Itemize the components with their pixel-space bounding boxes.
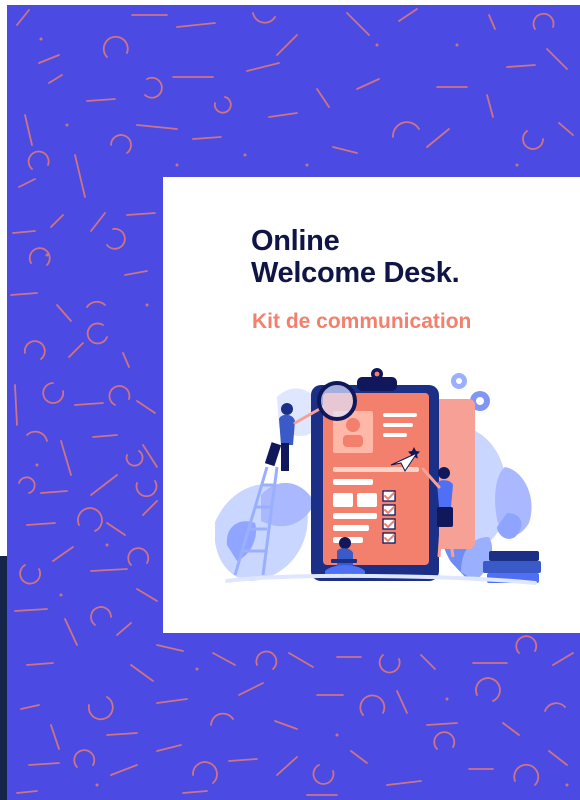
cover-title: Online Welcome Desk. bbox=[251, 225, 460, 289]
cover-card: Online Welcome Desk. Kit de communicatio… bbox=[163, 177, 580, 633]
cover-subtitle: Kit de communication bbox=[252, 310, 472, 333]
title-line-2: Welcome Desk. bbox=[251, 257, 460, 289]
title-line-1: Online bbox=[251, 225, 340, 257]
clipboard-checklist-team-illustration bbox=[215, 368, 541, 585]
